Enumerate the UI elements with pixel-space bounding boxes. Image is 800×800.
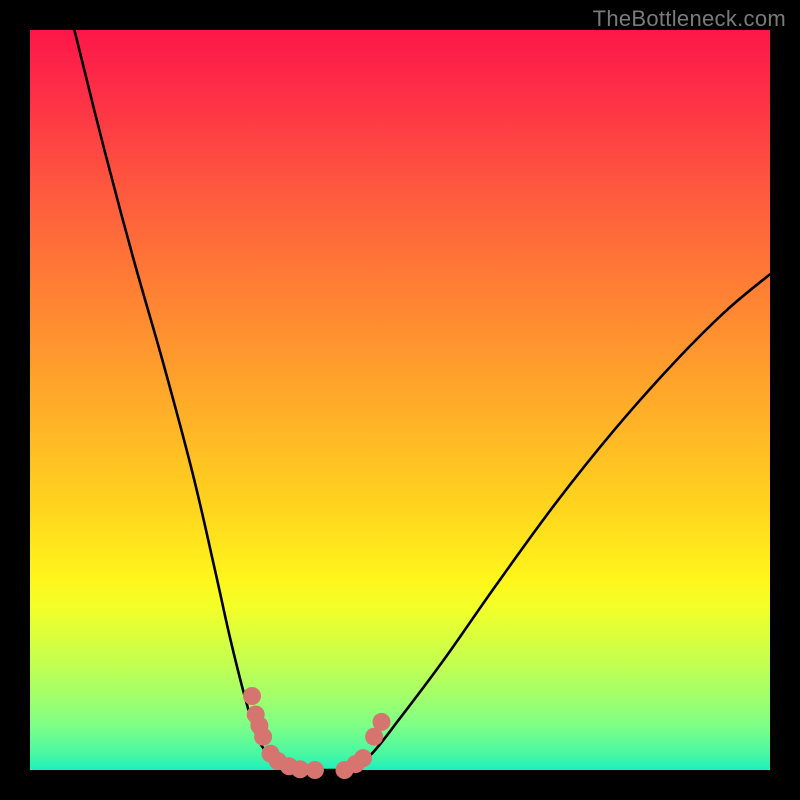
data-marker xyxy=(254,728,272,746)
data-marker xyxy=(373,713,391,731)
marker-group xyxy=(243,687,391,779)
bottleneck-curve xyxy=(74,30,770,771)
data-marker xyxy=(354,749,372,767)
watermark-text: TheBottleneck.com xyxy=(593,6,786,32)
chart-svg xyxy=(30,30,770,770)
data-marker xyxy=(243,687,261,705)
curve-group xyxy=(74,30,770,771)
chart-stage: TheBottleneck.com xyxy=(0,0,800,800)
data-marker xyxy=(306,761,324,779)
plot-area xyxy=(30,30,770,770)
